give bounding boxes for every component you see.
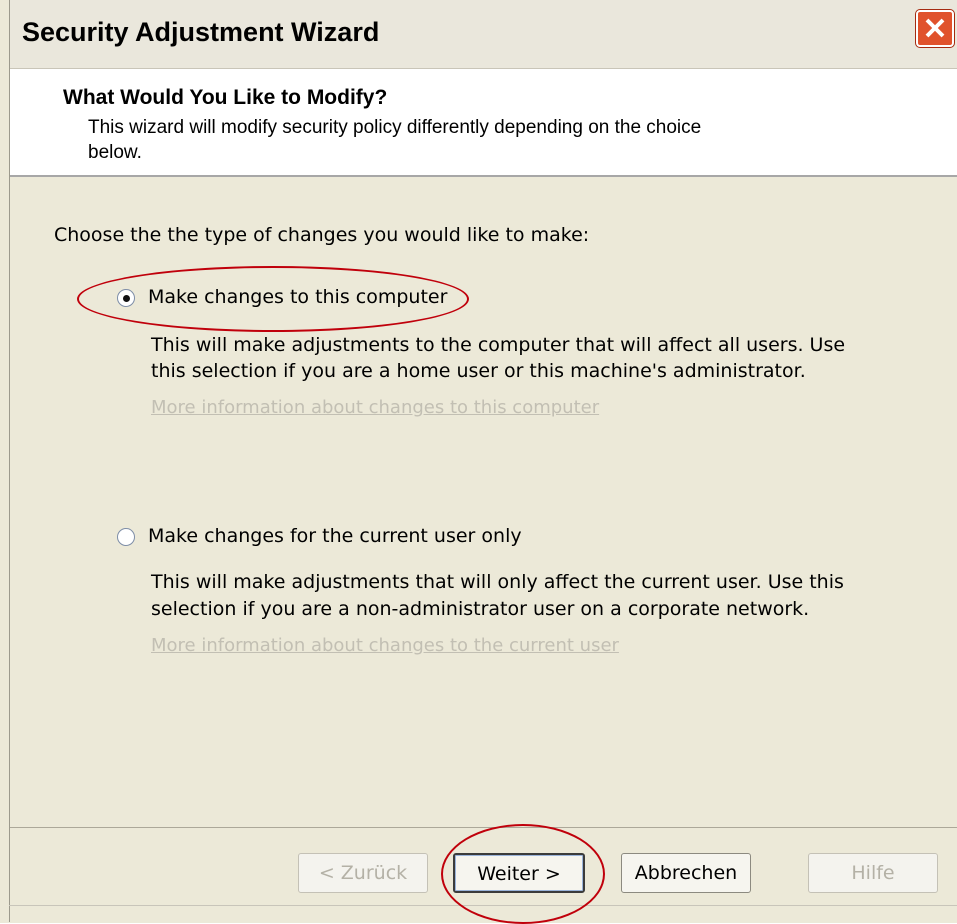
title-bar[interactable]: Security Adjustment Wizard [0,0,957,69]
link-more-info-user[interactable]: More information about changes to the cu… [151,635,619,656]
page-description: This wizard will modify security policy … [88,115,788,165]
window-left-border [0,0,10,922]
next-button[interactable]: Weiter > [453,853,585,893]
close-button[interactable] [916,10,954,47]
link-more-info-computer[interactable]: More information about changes to this c… [151,397,599,418]
page-description-line2: below. [88,142,142,163]
radio-this-computer[interactable] [117,289,135,307]
choice-prompt: Choose the the type of changes you would… [54,224,590,246]
close-x-icon [925,18,945,38]
page-description-line1: This wizard will modify security policy … [88,117,702,138]
option-current-user-desc-line2: selection if you are a non-administrator… [151,598,810,620]
radio-current-user[interactable] [117,528,135,546]
option-current-user-desc-line1: This will make adjustments that will onl… [151,571,844,593]
page-title: What Would You Like to Modify? [63,86,388,109]
option-current-user-label[interactable]: Make changes for the current user only [148,523,522,549]
back-button[interactable]: < Zurück [298,853,428,893]
option-this-computer-desc-line2: this selection if you are a home user or… [151,360,806,382]
option-this-computer-label[interactable]: Make changes to this computer [148,284,447,310]
window-bottom-border [9,905,957,906]
help-button[interactable]: Hilfe [808,853,938,893]
option-this-computer-desc-line1: This will make adjustments to the comput… [151,334,846,356]
security-adjustment-wizard-dialog: Security Adjustment Wizard What Would Yo… [0,0,957,924]
cancel-button[interactable]: Abbrechen [621,853,751,893]
wizard-body [0,177,957,827]
window-title: Security Adjustment Wizard [22,17,380,47]
radio-selected-dot [123,295,130,302]
